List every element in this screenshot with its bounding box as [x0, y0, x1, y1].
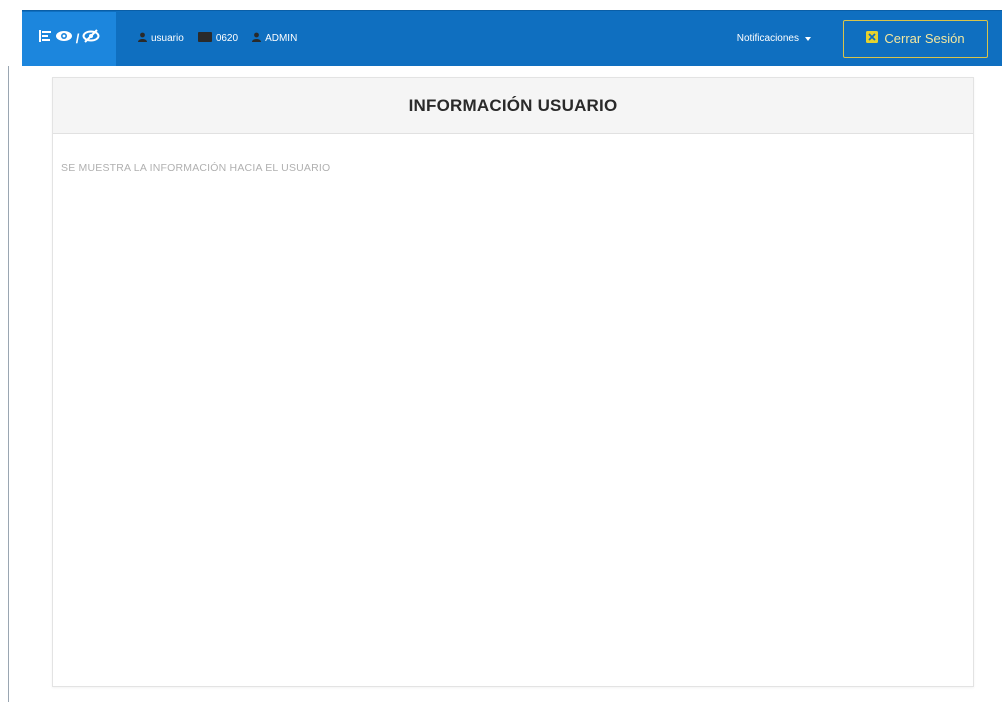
eye-icon — [55, 29, 73, 48]
page-title: INFORMACIÓN USUARIO — [408, 95, 618, 115]
user-icon — [252, 32, 262, 45]
session-info: usuario 0620 ADMIN — [138, 32, 297, 45]
page: / usuario 0620 ADMIN Notificaciones Cerr… — [0, 0, 1002, 702]
nav-user: usuario — [138, 32, 184, 45]
notifications-dropdown[interactable]: Notificaciones — [737, 33, 811, 44]
top-navbar: / usuario 0620 ADMIN Notificaciones Cerr… — [22, 10, 1002, 66]
chevron-down-icon — [805, 36, 811, 41]
notifications-label: Notificaciones — [736, 33, 799, 44]
logout-label: Cerrar Sesión — [884, 31, 965, 46]
nav-role: ADMIN — [252, 32, 297, 45]
user-icon — [138, 32, 147, 45]
logout-button[interactable]: Cerrar Sesión — [843, 19, 988, 58]
id-card-icon — [197, 32, 212, 45]
code-label: 0620 — [215, 33, 239, 44]
panel-body: SE MUESTRA LA INFORMACIÓN HACIA EL USUAR… — [53, 134, 973, 174]
brand-toggle-button[interactable]: / — [22, 11, 116, 66]
nav-code: 0620 — [197, 32, 239, 45]
panel-header: INFORMACIÓN USUARIO — [53, 78, 973, 134]
nav-right: Notificaciones Cerrar Sesión — [737, 12, 1002, 66]
role-label: ADMIN — [265, 33, 298, 44]
left-border — [8, 66, 9, 702]
slash-separator: / — [75, 31, 80, 46]
close-icon — [866, 31, 879, 46]
menu-icon — [38, 29, 52, 48]
info-panel: INFORMACIÓN USUARIO SE MUESTRA LA INFORM… — [52, 77, 974, 687]
eye-slash-icon — [82, 29, 100, 48]
panel-description: SE MUESTRA LA INFORMACIÓN HACIA EL USUAR… — [61, 162, 331, 174]
username-label: usuario — [151, 33, 184, 44]
